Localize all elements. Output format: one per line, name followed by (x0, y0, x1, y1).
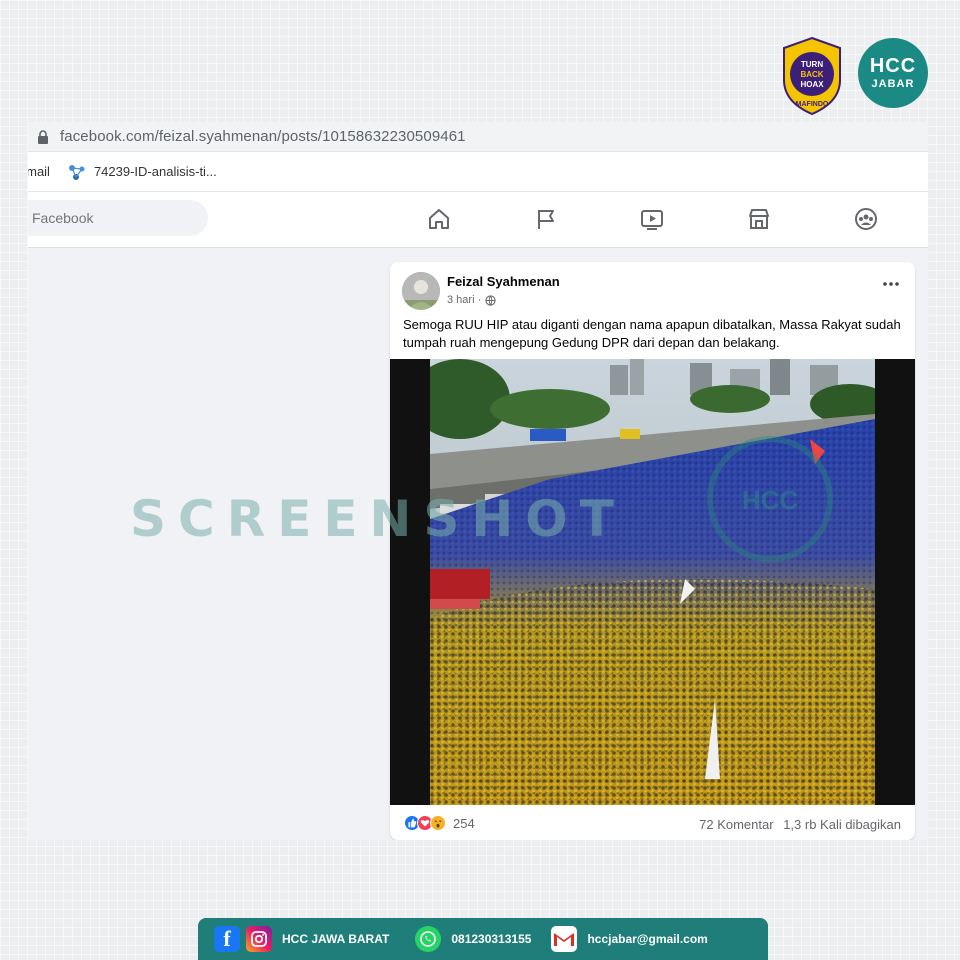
bookmark-analisis-label: 74239-ID-analisis-ti... (93, 164, 217, 179)
hcc-logo-subtext: JABAR (871, 78, 915, 90)
bookmark-gmail-label: Gmail (28, 164, 50, 179)
url-text: facebook.com/feizal.syahmenan/posts/1015… (60, 128, 466, 145)
post-photo: HCC (430, 359, 875, 805)
facebook-navbar (28, 192, 928, 248)
address-bar[interactable]: facebook.com/feizal.syahmenan/posts/1015… (28, 122, 928, 152)
footer-name: HCC JAWA BARAT (282, 932, 390, 946)
wow-reaction-icon (430, 815, 446, 831)
watch-video-icon[interactable] (639, 206, 665, 232)
shares-count-link[interactable]: 1,3 rb Kali dibagikan (783, 817, 901, 832)
bookmarks-bar: Gmail 74239-ID-analisis-ti... (28, 152, 928, 192)
hcc-jabar-logo: HCC JABAR (858, 38, 928, 108)
groups-icon[interactable] (853, 206, 879, 232)
comments-count-link[interactable]: 72 Komentar (699, 817, 773, 832)
post-photo-container[interactable]: HCC (390, 359, 915, 805)
post-meta: 3 hari · (447, 294, 496, 306)
post-text: Semoga RUU HIP atau diganti dengan nama … (403, 317, 901, 350)
svg-text:HCC: HCC (742, 485, 799, 515)
svg-text:MAFINDO: MAFINDO (796, 101, 829, 108)
reaction-count: 254 (453, 815, 475, 831)
browser-screenshot: facebook.com/feizal.syahmenan/posts/1015… (28, 122, 928, 840)
facebook-search-input[interactable] (28, 200, 208, 236)
hcc-logo-text: HCC (869, 55, 917, 77)
post-time[interactable]: 3 hari (447, 294, 475, 306)
instagram-icon[interactable] (246, 926, 272, 952)
marketplace-icon[interactable] (746, 206, 772, 232)
bookmark-analisis[interactable]: 74239-ID-analisis-ti... (68, 163, 217, 181)
facebook-post: Feizal Syahmenan 3 hari · Semoga RUU HIP… (390, 262, 915, 840)
post-stats: 72 Komentar 1,3 rb Kali dibagikan (699, 817, 901, 832)
mafindo-logo: TURN BACK HOAX MAFINDO (780, 36, 844, 116)
avatar[interactable] (402, 272, 440, 310)
pages-flag-icon[interactable] (533, 206, 559, 232)
svg-text:BACK: BACK (800, 70, 823, 79)
contact-footer: f HCC JAWA BARAT 081230313155 hccjabar@g… (198, 918, 768, 960)
footer-phone: 081230313155 (451, 932, 532, 946)
more-options-icon[interactable] (881, 280, 901, 288)
post-author[interactable]: Feizal Syahmenan (447, 274, 560, 289)
bookmark-gmail[interactable]: Gmail (28, 164, 50, 179)
lock-icon (38, 129, 48, 144)
footer-email: hccjabar@gmail.com (587, 932, 708, 946)
network-icon (68, 164, 85, 180)
reactions-summary[interactable]: 254 (404, 815, 475, 831)
svg-text:TURN: TURN (801, 60, 823, 69)
svg-text:HOAX: HOAX (800, 80, 824, 89)
gmail-icon[interactable] (551, 926, 578, 952)
globe-icon (485, 294, 496, 306)
home-icon[interactable] (426, 206, 452, 232)
whatsapp-icon[interactable] (415, 926, 442, 952)
screenshot-watermark: SCREENSHOT (130, 490, 626, 548)
facebook-icon[interactable]: f (214, 926, 240, 952)
